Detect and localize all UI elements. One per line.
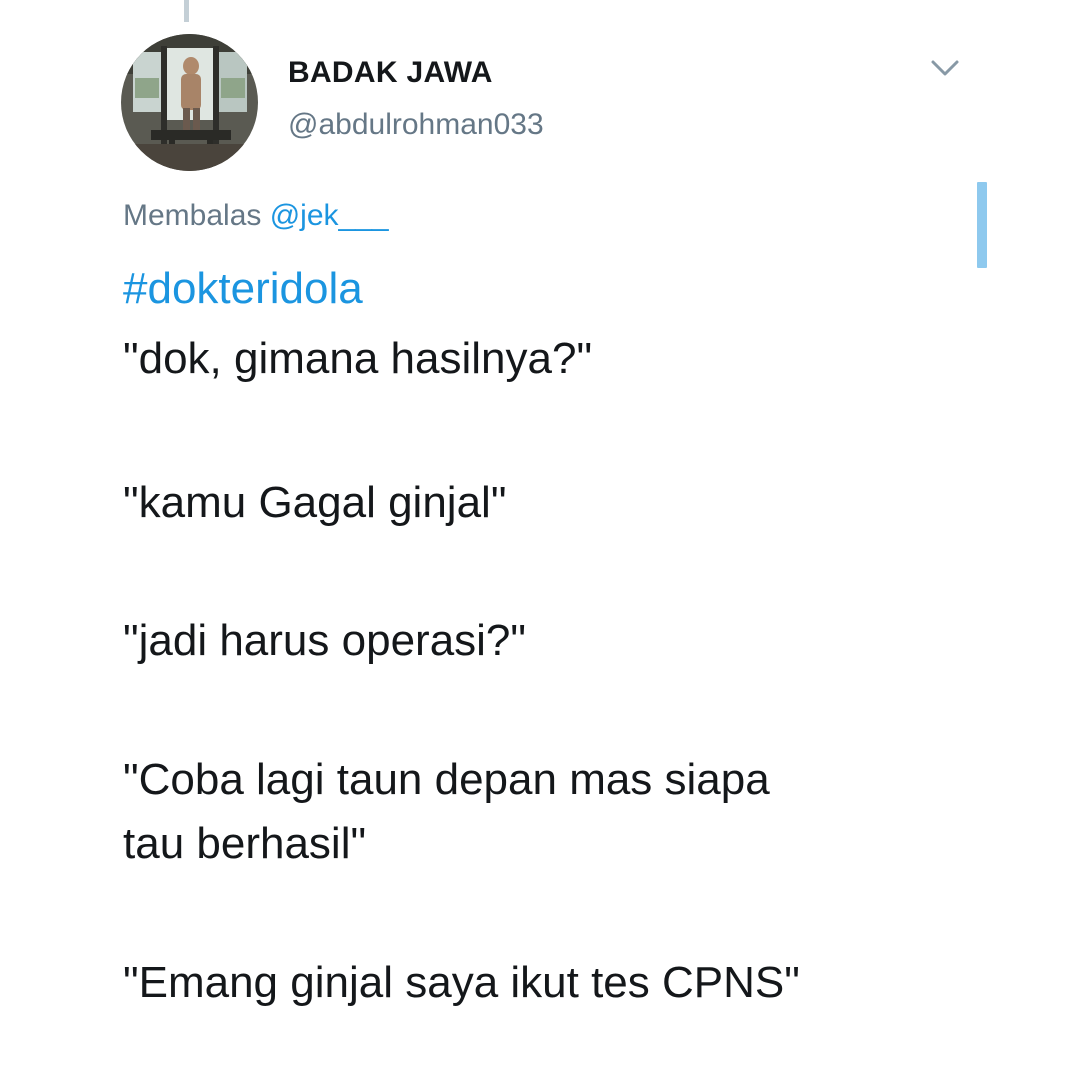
hashtag-link[interactable]: #dokteridola	[123, 264, 363, 314]
user-display-name[interactable]: BADAK JAWA	[288, 56, 493, 90]
reply-prefix: Membalas	[123, 199, 270, 232]
scroll-indicator[interactable]	[977, 182, 987, 268]
reply-mention-link[interactable]: @jek___	[270, 199, 389, 232]
user-handle[interactable]: @abdulrohman033	[288, 108, 544, 142]
tweet-line: "Coba lagi taun depan mas siapa	[123, 755, 770, 804]
tweet-line: "dok, gimana hasilnya?"	[123, 334, 593, 383]
tweet-line: tau berhasil"	[123, 819, 367, 868]
tweet-line: "Emang ginjal saya ikut tes CPNS"	[123, 958, 800, 1007]
thread-connector-line	[184, 0, 189, 22]
tweet-line: "kamu Gagal ginjal"	[123, 478, 507, 527]
reply-context: Membalas @jek___	[123, 199, 389, 233]
avatar-image	[121, 34, 258, 171]
avatar[interactable]	[121, 34, 258, 171]
chevron-down-icon[interactable]	[928, 56, 962, 80]
tweet-line: "jadi harus operasi?"	[123, 616, 527, 665]
